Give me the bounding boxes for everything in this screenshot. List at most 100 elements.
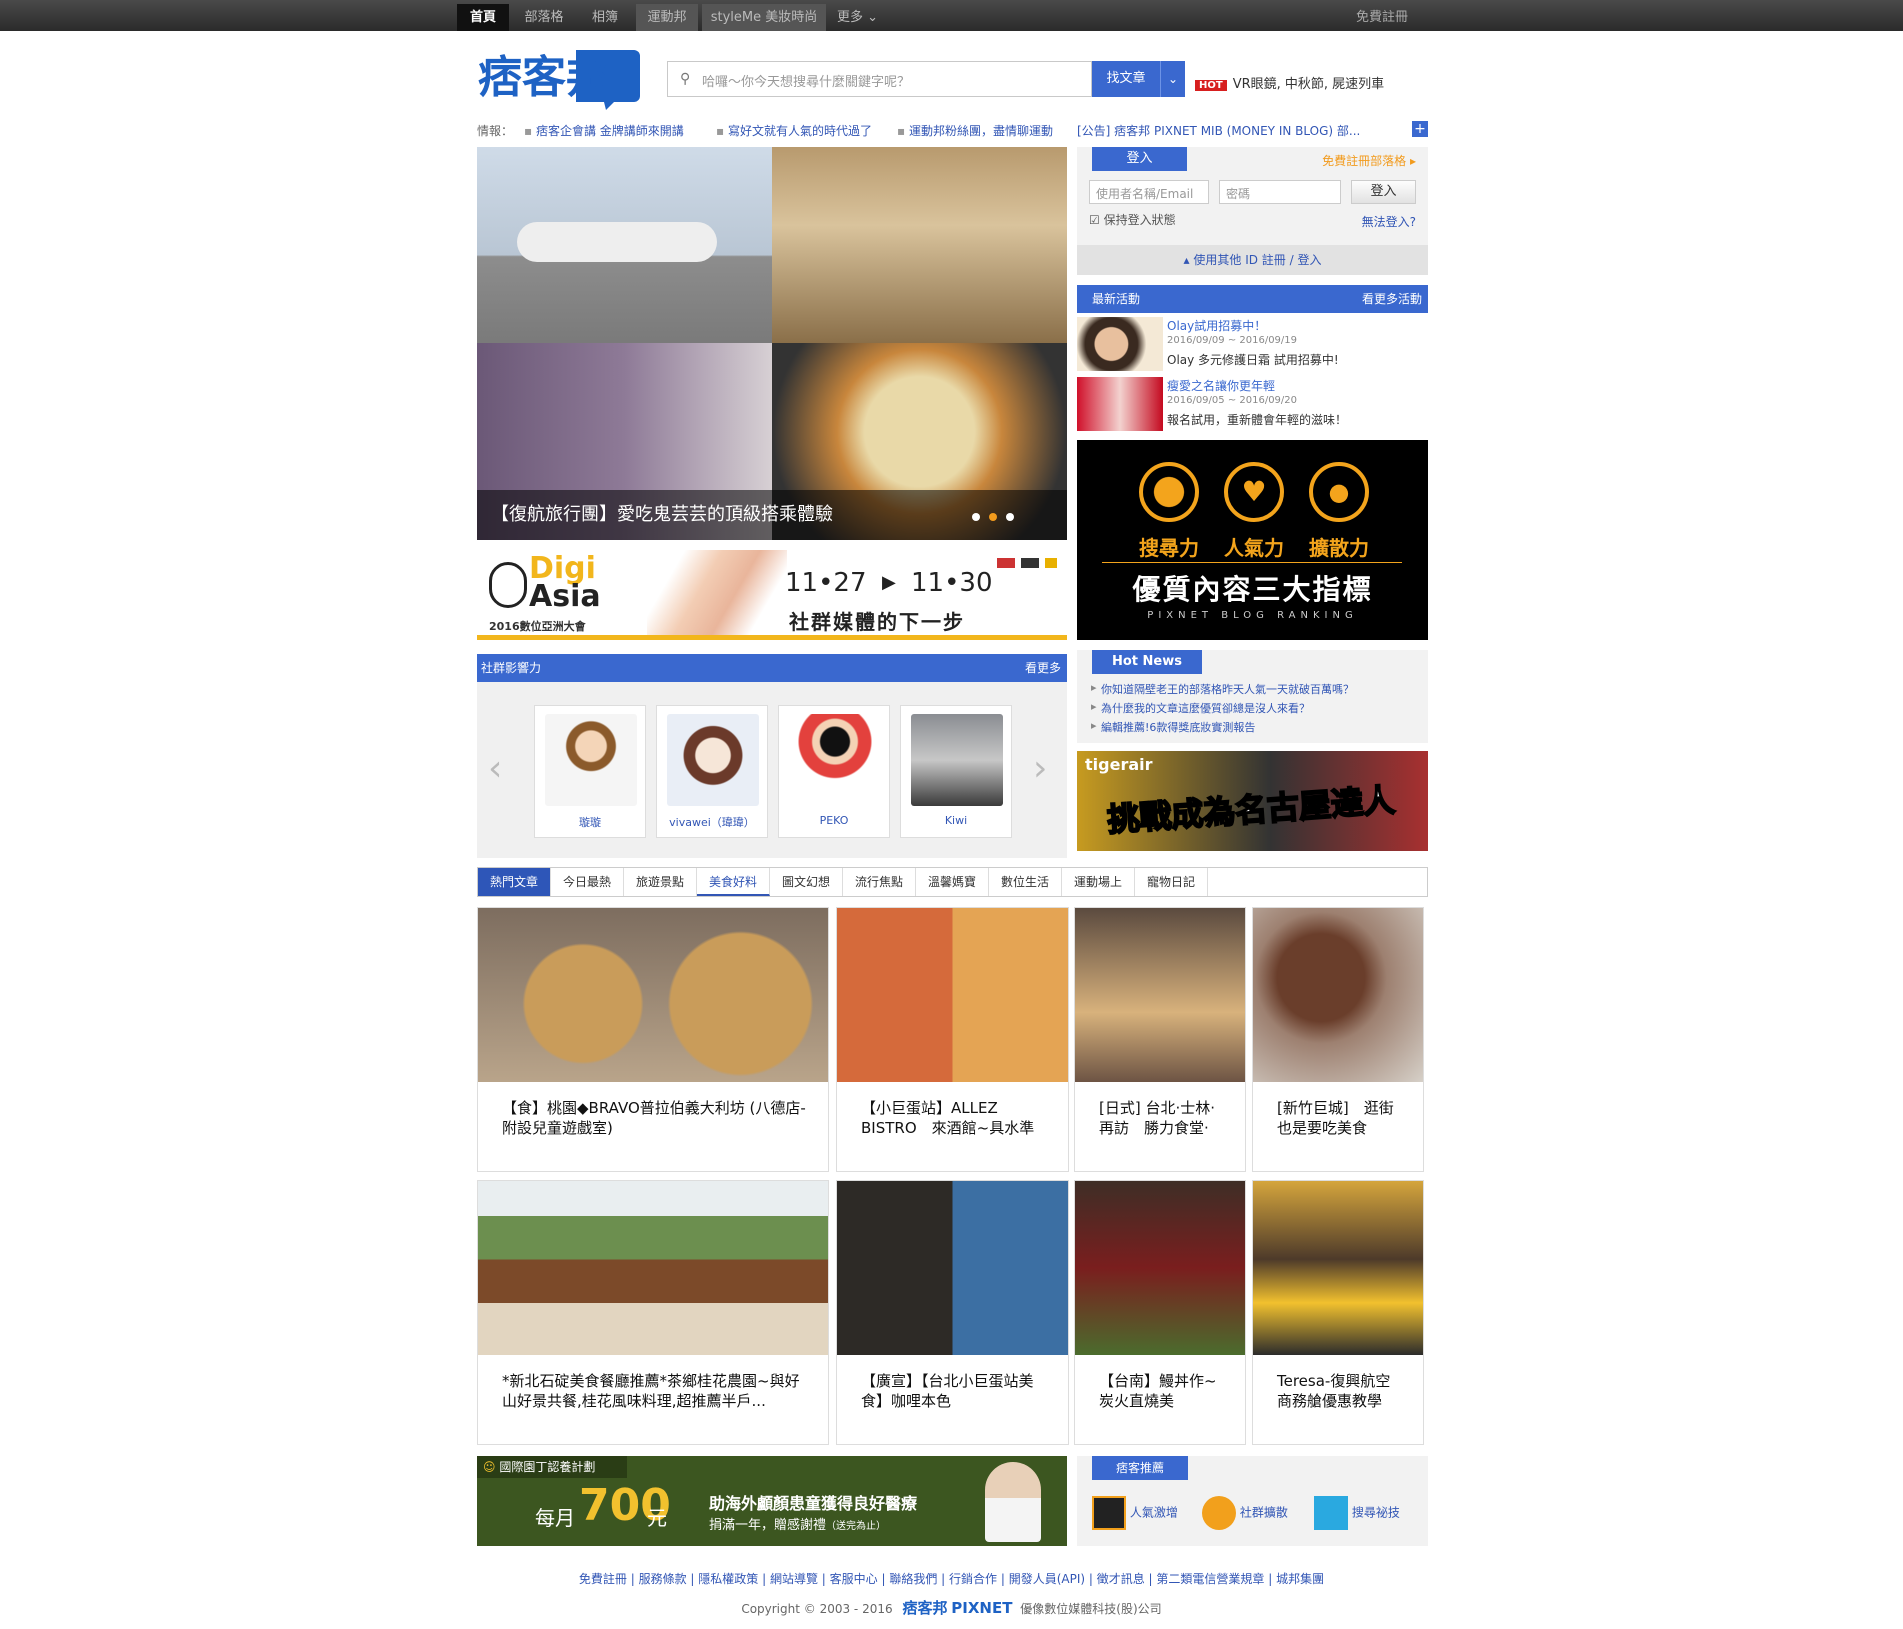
pixnet-logo[interactable]: 痞客邦 xyxy=(476,44,640,110)
slider-dot[interactable] xyxy=(972,513,980,521)
recommend-item[interactable]: 人氣激增 xyxy=(1092,1496,1178,1530)
tab-travel[interactable]: 旅遊景點 xyxy=(624,868,697,896)
article-card[interactable]: 【廣宣】【台北小巨蛋站美食】咖哩本色 xyxy=(836,1180,1069,1445)
influencer-card[interactable]: PEKO xyxy=(778,705,890,838)
footer-link[interactable]: 客服中心 xyxy=(830,1572,878,1586)
hot-news-link[interactable]: 你知道隔壁老王的部落格昨天人氣一天就破百萬嗎？ xyxy=(1091,681,1354,697)
footer-link[interactable]: 服務條款 xyxy=(639,1572,687,1586)
article-card[interactable]: Teresa-復興航空商務艙優惠教學 xyxy=(1252,1180,1424,1445)
activity-title[interactable]: 瘦愛之名讓你更年輕 xyxy=(1167,377,1275,394)
activity-item[interactable]: Olay試用招募中！ 2016/09/09 ~ 2016/09/19 Olay … xyxy=(1077,315,1428,373)
news-item[interactable]: ▪ 痞客企會講 金牌講師來開講 xyxy=(524,122,684,138)
footer-link[interactable]: 第二類電信營業規章 xyxy=(1156,1572,1264,1586)
article-title[interactable]: 【台南】鰻丼作~炭火直燒美 xyxy=(1099,1371,1225,1411)
influencer-card[interactable]: 璇璇 xyxy=(534,705,646,838)
tab-food[interactable]: 美食好料 xyxy=(697,868,770,896)
article-title[interactable]: 【小巨蛋站】ALLEZ BISTRO 來酒館~具水準 xyxy=(861,1098,1048,1138)
tab-illustration[interactable]: 圖文幻想 xyxy=(770,868,843,896)
search-button[interactable]: 找文章 xyxy=(1092,61,1160,97)
news-link[interactable]: 寫好文就有人氣的時代過了 xyxy=(728,124,872,138)
article-title[interactable]: *新北石碇美食餐廳推薦*茶鄉桂花農園~與好山好景共餐,桂花風味料理,超推薦半戶.… xyxy=(502,1371,808,1411)
social-title: 社群影響力 xyxy=(481,661,542,675)
article-title[interactable]: 【廣宣】【台北小巨蛋站美食】咖哩本色 xyxy=(861,1371,1048,1411)
influencer-card[interactable]: vivawei（瑋瑋） xyxy=(656,705,768,838)
activity-desc: Olay 多元修護日霜 試用招募中! xyxy=(1167,353,1339,367)
carousel-next-icon[interactable]: › xyxy=(1033,748,1047,789)
influencer-card[interactable]: Kiwi xyxy=(900,705,1012,838)
free-register-link[interactable]: 免費註冊部落格 ▸ xyxy=(1322,152,1416,169)
hot-news-link[interactable]: 編輯推薦!6款得獎底妝實測報告 xyxy=(1091,719,1255,735)
hot-news-link[interactable]: 為什麼我的文章這麼優質卻總是沒人來看？ xyxy=(1091,700,1310,716)
tab-sports[interactable]: 運動場上 xyxy=(1062,868,1135,896)
search-type-dropdown[interactable]: ⌄ xyxy=(1160,61,1185,97)
tab-pets[interactable]: 寵物日記 xyxy=(1135,868,1208,896)
footer-link[interactable]: 免費註冊 xyxy=(579,1572,627,1586)
article-card[interactable]: [日式] 台北·士林·再訪 勝力食堂· xyxy=(1074,907,1246,1172)
search-input[interactable]: ⚲ 哈囉～你今天想搜尋什麼關鍵字呢？ xyxy=(667,61,1092,97)
forgot-login-link[interactable]: 無法登入? xyxy=(1362,213,1416,230)
hot-keywords-text[interactable]: VR眼鏡, 中秋節, 屍速列車 xyxy=(1233,77,1384,92)
recommend-item[interactable]: 社群擴散 xyxy=(1202,1496,1288,1530)
tab-parenting[interactable]: 溫馨媽寶 xyxy=(916,868,989,896)
tigerair-ad-banner[interactable]: tigerair 挑戰成為名古屋達人 xyxy=(1077,751,1428,851)
footer-link[interactable]: 城邦集團 xyxy=(1276,1572,1324,1586)
nav-tab-styleme[interactable]: styleMe 美妝時尚 xyxy=(702,4,826,31)
article-title[interactable]: 【食】桃園◆BRAVO普拉伯義大利坊 (八德店-附設兒童遊戲室) xyxy=(502,1098,808,1138)
footer-link[interactable]: 隱私權政策 xyxy=(698,1572,758,1586)
news-link[interactable]: 痞客企會講 金牌講師來開講 xyxy=(536,124,684,138)
news-item[interactable]: ▪ 寫好文就有人氣的時代過了 xyxy=(716,122,872,138)
login-button[interactable]: 登入 xyxy=(1351,180,1416,204)
slider-dot[interactable] xyxy=(1006,513,1014,521)
digiasia-ad-banner[interactable]: Digi Asia 2016數位亞洲大會 11•27 ▶ 11•30 社群媒體的… xyxy=(477,550,1067,640)
nav-tab-blog[interactable]: 部落格 xyxy=(513,4,575,31)
influencer-name[interactable]: Kiwi xyxy=(901,814,1011,827)
activity-title[interactable]: Olay試用招募中！ xyxy=(1167,317,1266,334)
username-field[interactable]: 使用者名稱/Email xyxy=(1089,180,1209,204)
article-title[interactable]: [日式] 台北·士林·再訪 勝力食堂· xyxy=(1099,1098,1225,1138)
news-item[interactable]: [公告] 痞客邦 PIXNET MIB (MONEY IN BLOG) 部... xyxy=(1077,122,1407,138)
footer-link[interactable]: 網站導覽 xyxy=(770,1572,818,1586)
activity-item[interactable]: 瘦愛之名讓你更年輕 2016/09/05 ~ 2016/09/20 報名試用，重… xyxy=(1077,375,1428,433)
activities-more-link[interactable]: 看更多活動 xyxy=(1362,285,1422,313)
footer-link[interactable]: 開發人員(API) xyxy=(1009,1572,1085,1586)
nav-tab-home[interactable]: 首頁 xyxy=(457,4,509,31)
news-link[interactable]: [公告] 痞客邦 PIXNET MIB (MONEY IN BLOG) 部... xyxy=(1077,124,1360,138)
tab-today-hot[interactable]: 今日最熱 xyxy=(551,868,624,896)
register-link[interactable]: 免費註冊 xyxy=(1356,6,1408,25)
social-more-link[interactable]: 看更多 xyxy=(1025,654,1061,682)
other-id-login[interactable]: ▴ 使用其他 ID 註冊 / 登入 xyxy=(1077,245,1428,275)
news-item[interactable]: ▪ 運動邦粉絲團，盡情聊運動 xyxy=(897,122,1053,138)
tab-hot-articles[interactable]: 熱門文章 xyxy=(478,868,551,896)
article-card[interactable]: 【食】桃園◆BRAVO普拉伯義大利坊 (八德店-附設兒童遊戲室) xyxy=(477,907,829,1172)
remember-checkbox[interactable]: ☑ 保持登入狀態 xyxy=(1089,211,1176,228)
article-card[interactable]: 【台南】鰻丼作~炭火直燒美 xyxy=(1074,1180,1246,1445)
tab-digital[interactable]: 數位生活 xyxy=(989,868,1062,896)
news-link[interactable]: 運動邦粉絲團，盡情聊運動 xyxy=(909,124,1053,138)
nav-tab-album[interactable]: 相簿 xyxy=(579,4,631,31)
gardener-ad-banner[interactable]: ☺ 國際園丁認養計劃 每月 700 元 助海外顱顏患童獲得良好醫療 捐滿一年，贈… xyxy=(477,1456,1067,1546)
expand-news-button[interactable]: + xyxy=(1412,121,1428,137)
blog-ranking-banner[interactable]: ♥ ● 搜尋力 人氣力 擴散力 優質內容三大指標 PIXNET BLOG RAN… xyxy=(1077,440,1428,640)
influencer-name[interactable]: PEKO xyxy=(779,814,889,827)
password-field[interactable]: 密碼 xyxy=(1219,180,1341,204)
footer-link[interactable]: 徵才訊息 xyxy=(1097,1572,1145,1586)
article-title[interactable]: [新竹巨城] 逛街也是要吃美食 xyxy=(1277,1098,1403,1138)
hot-badge: HOT xyxy=(1195,80,1227,91)
article-card[interactable]: [新竹巨城] 逛街也是要吃美食 xyxy=(1252,907,1424,1172)
article-card[interactable]: *新北石碇美食餐廳推薦*茶鄉桂花農園~與好山好景共餐,桂花風味料理,超推薦半戶.… xyxy=(477,1180,829,1445)
login-tab[interactable]: 登入 xyxy=(1092,147,1187,171)
social-header: 社群影響力 看更多 xyxy=(477,654,1067,682)
recommend-item[interactable]: 搜尋祕技 xyxy=(1314,1496,1400,1530)
article-card[interactable]: 【小巨蛋站】ALLEZ BISTRO 來酒館~具水準 xyxy=(836,907,1069,1172)
influencer-name[interactable]: 璇璇 xyxy=(535,814,645,830)
nav-tab-more[interactable]: 更多 ⌄ xyxy=(830,4,885,31)
article-title[interactable]: Teresa-復興航空商務艙優惠教學 xyxy=(1277,1371,1403,1411)
nav-tab-sports[interactable]: 運動邦 xyxy=(636,4,698,31)
featured-slider[interactable]: 【復航旅行團】愛吃鬼芸芸的頂級搭乘體驗 xyxy=(477,147,1067,540)
carousel-prev-icon[interactable]: ‹ xyxy=(488,748,502,789)
footer-link[interactable]: 聯絡我們 xyxy=(889,1572,937,1586)
influencer-name[interactable]: vivawei（瑋瑋） xyxy=(657,814,767,830)
tab-fashion[interactable]: 流行焦點 xyxy=(843,868,916,896)
slider-dot-active[interactable] xyxy=(989,513,997,521)
footer-link[interactable]: 行銷合作 xyxy=(949,1572,997,1586)
